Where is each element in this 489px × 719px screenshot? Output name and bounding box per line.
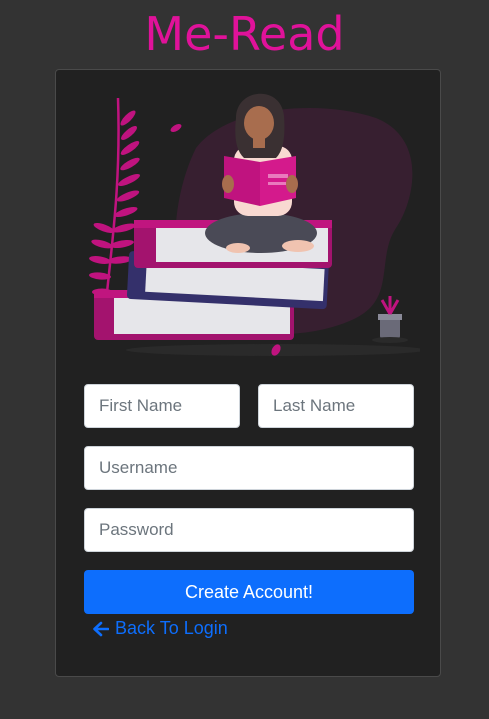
password-input[interactable] — [84, 508, 414, 552]
last-name-input[interactable] — [258, 384, 414, 428]
back-to-login-label: Back To Login — [115, 618, 228, 638]
back-to-login-link[interactable]: Back To Login — [92, 618, 228, 639]
username-input[interactable] — [84, 446, 414, 490]
first-name-input[interactable] — [84, 384, 240, 428]
app-title: Me-Read — [144, 7, 345, 61]
signup-card: Create Account! Back To Login — [55, 69, 441, 677]
arrow-left-icon — [93, 621, 109, 636]
reading-illustration — [89, 93, 420, 356]
create-account-button[interactable]: Create Account! — [84, 570, 414, 614]
